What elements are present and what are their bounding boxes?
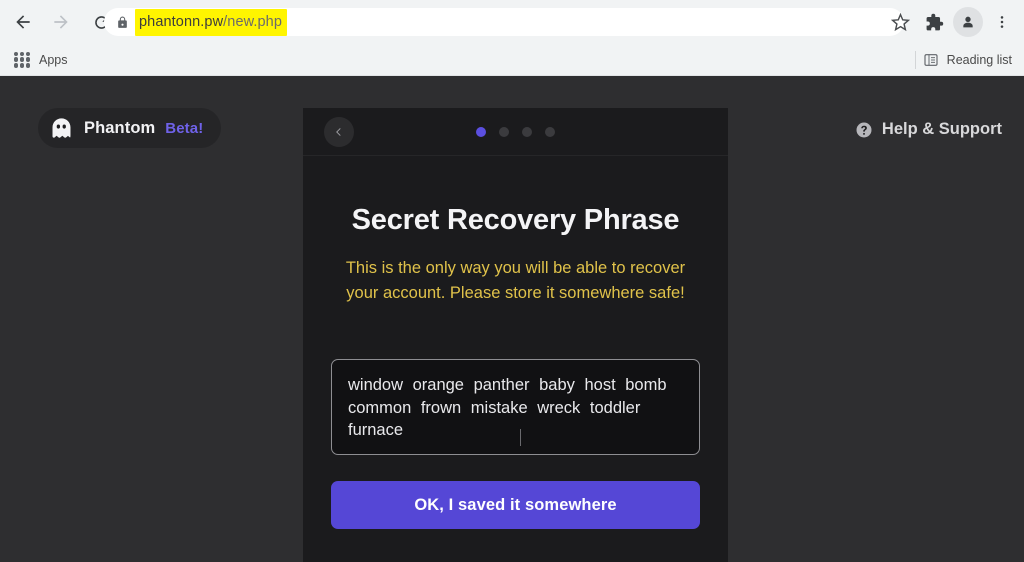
apps-shortcut[interactable]: Apps xyxy=(8,49,74,71)
address-bar[interactable]: phantonn.pw/new.php xyxy=(104,8,904,36)
page-content: Phantom Beta! Help & Support Secret Reco… xyxy=(0,76,1024,562)
help-support-link[interactable]: Help & Support xyxy=(855,120,1002,139)
url-text-wrapper: phantonn.pw/new.php xyxy=(135,9,288,36)
reading-list-icon xyxy=(924,54,938,66)
chrome-menu-button[interactable] xyxy=(986,6,1018,38)
profile-avatar-icon xyxy=(953,7,983,37)
modal-title: Secret Recovery Phrase xyxy=(351,204,680,236)
step-dot-3[interactable] xyxy=(522,127,532,137)
bookmark-star-button[interactable] xyxy=(884,6,916,38)
modal-header xyxy=(303,108,728,156)
brand-name: Phantom xyxy=(84,118,156,137)
step-indicator xyxy=(303,127,728,137)
reading-list-button[interactable]: Reading list xyxy=(915,44,1020,76)
url-path: /new.php xyxy=(223,14,283,30)
url-host: phantonn.pw xyxy=(139,14,224,30)
toolbar-icon-group xyxy=(884,0,1018,44)
forward-button[interactable] xyxy=(44,5,78,39)
extensions-button[interactable] xyxy=(918,6,950,38)
text-caret xyxy=(520,428,521,446)
reading-list-label: Reading list xyxy=(946,53,1012,67)
step-dot-1[interactable] xyxy=(476,127,486,137)
back-button[interactable] xyxy=(6,5,40,39)
extensions-puzzle-icon xyxy=(926,13,943,30)
help-circle-icon xyxy=(856,122,872,137)
bookmarks-bar: Apps Reading list xyxy=(0,44,1024,76)
modal-body: Secret Recovery Phrase This is the only … xyxy=(303,204,728,455)
seed-phrase-words: window orange panther baby host bomb com… xyxy=(348,376,667,440)
onboarding-modal: Secret Recovery Phrase This is the only … xyxy=(303,108,728,562)
arrow-left-icon xyxy=(16,15,30,29)
browser-chrome: phantonn.pw/new.php Apps Reading list xyxy=(0,0,1024,76)
seed-phrase-box[interactable]: window orange panther baby host bomb com… xyxy=(331,359,700,455)
confirm-saved-button[interactable]: OK, I saved it somewhere xyxy=(331,481,700,529)
step-dot-2[interactable] xyxy=(499,127,509,137)
apps-label: Apps xyxy=(39,52,68,67)
browser-toolbar: phantonn.pw/new.php xyxy=(0,0,1024,44)
apps-grid-icon xyxy=(14,51,30,68)
profile-button[interactable] xyxy=(952,6,984,38)
bookmark-star-icon xyxy=(890,12,910,31)
brand-beta-label: Beta! xyxy=(165,119,204,137)
arrow-right-icon xyxy=(54,15,68,29)
url-text: phantonn.pw/new.php xyxy=(139,14,282,30)
chrome-menu-icon xyxy=(1000,16,1004,28)
phantom-brand-badge[interactable]: Phantom Beta! xyxy=(38,108,222,148)
step-dot-4[interactable] xyxy=(545,127,555,137)
help-support-label: Help & Support xyxy=(881,120,1002,138)
ghost-icon xyxy=(52,117,71,138)
lock-icon xyxy=(116,16,129,29)
modal-warning-text: This is the only way you will be able to… xyxy=(345,259,686,303)
